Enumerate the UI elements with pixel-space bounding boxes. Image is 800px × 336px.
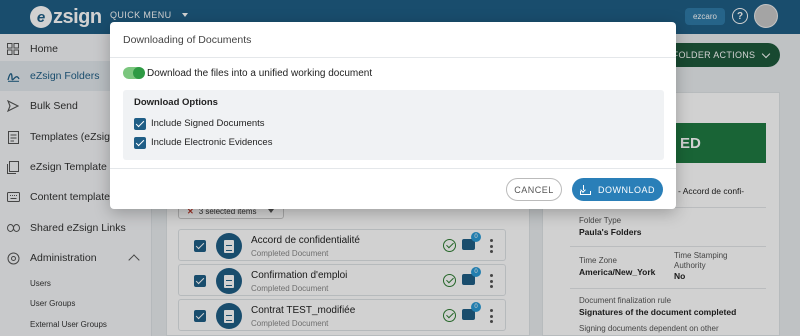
dialog-footer-divider xyxy=(110,168,676,169)
unified-document-toggle[interactable] xyxy=(123,67,145,79)
dialog-header: Downloading of Documents xyxy=(110,22,676,58)
include-signed-checkbox[interactable] xyxy=(134,118,146,130)
download-button[interactable]: DOWNLOAD xyxy=(572,178,663,201)
include-evidences-checkbox[interactable] xyxy=(134,137,146,149)
unified-document-label: Download the files into a unified workin… xyxy=(147,68,373,79)
download-label: DOWNLOAD xyxy=(597,184,655,195)
download-icon xyxy=(579,184,591,195)
include-signed-label: Include Signed Documents xyxy=(151,118,265,129)
dialog-title: Downloading of Documents xyxy=(123,34,252,46)
cancel-button[interactable]: CANCEL xyxy=(506,178,562,201)
download-options-title: Download Options xyxy=(134,97,218,108)
include-evidences-label: Include Electronic Evidences xyxy=(151,137,273,148)
download-documents-dialog: Downloading of Documents Download the fi… xyxy=(110,22,676,209)
download-options-panel: Download Options Include Signed Document… xyxy=(123,90,664,160)
